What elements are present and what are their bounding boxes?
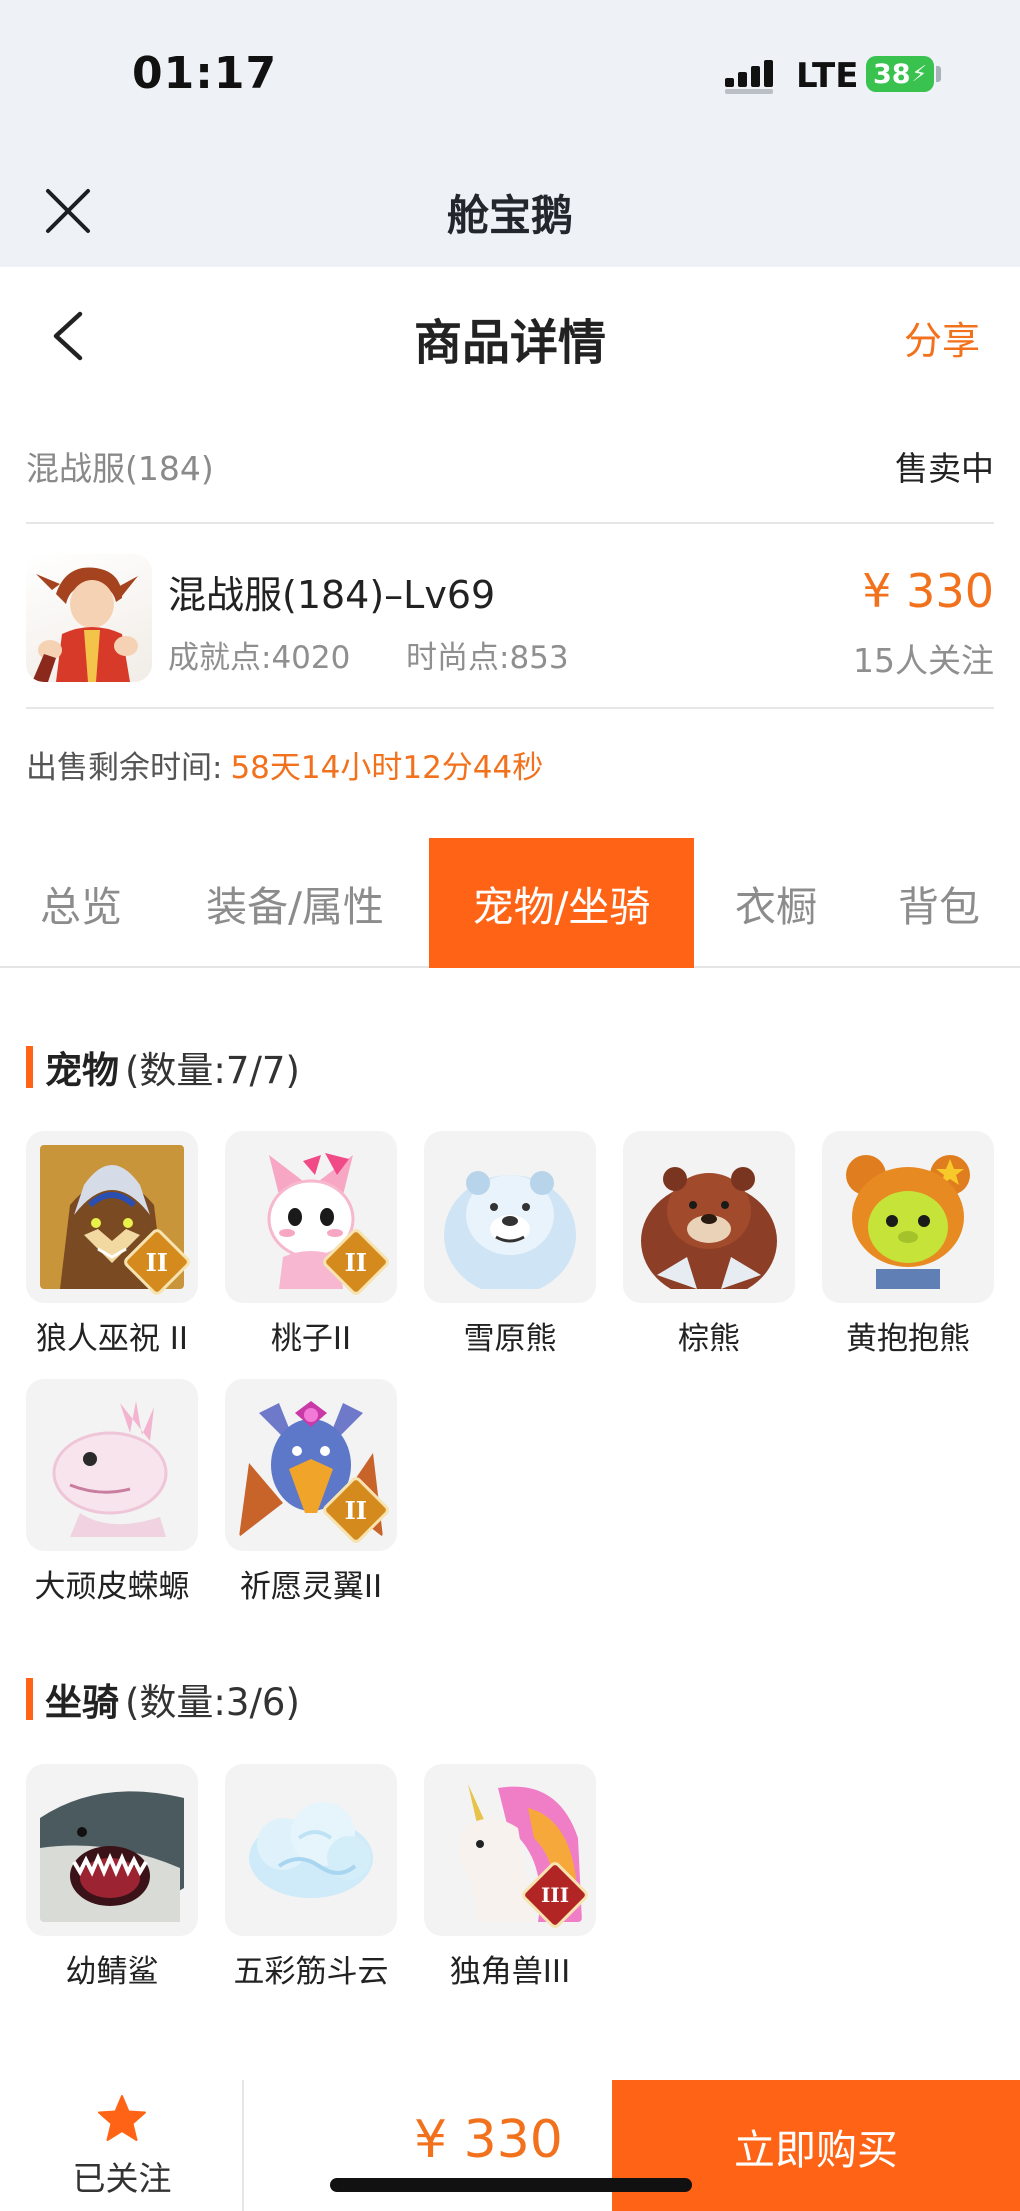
remaining-time-value: 58天14小时12分44秒 bbox=[230, 750, 544, 786]
snow-bear-icon bbox=[424, 1131, 596, 1303]
unicorn-icon: III bbox=[424, 1764, 596, 1936]
section-marker bbox=[26, 1678, 33, 1720]
follow-button[interactable]: 已关注 bbox=[0, 2080, 244, 2211]
pet-name: 狼人巫祝 II bbox=[35, 1321, 189, 1357]
tab-overview[interactable]: 总览 bbox=[0, 838, 162, 968]
pet-name: 祈愿灵翼II bbox=[239, 1569, 383, 1605]
tab-equipment[interactable]: 装备/属性 bbox=[178, 838, 412, 968]
cellular-signal-icon bbox=[725, 60, 773, 94]
tab-bar: 总览 装备/属性 宠物/坐骑 衣橱 背包 bbox=[0, 838, 1020, 968]
pet-item[interactable]: 大顽皮蝾螈 bbox=[26, 1379, 198, 1606]
pet-name: 雪原熊 bbox=[463, 1321, 557, 1357]
yellow-hug-bear-icon bbox=[822, 1131, 994, 1303]
battery-cap bbox=[936, 66, 941, 82]
mount-name: 独角兽III bbox=[449, 1954, 571, 1990]
pet-item[interactable]: II 桃子II bbox=[225, 1131, 397, 1358]
pet-item[interactable]: 雪原熊 bbox=[424, 1131, 596, 1358]
tab-pets-mounts[interactable]: 宠物/坐骑 bbox=[429, 838, 694, 968]
tab-bag[interactable]: 背包 bbox=[866, 838, 1012, 968]
mount-name: 五彩筋斗云 bbox=[233, 1954, 389, 1990]
mounts-count: (数量:3/6) bbox=[125, 1681, 300, 1724]
mount-item[interactable]: 幼鲭鲨 bbox=[26, 1764, 198, 1991]
server-name: 混战服(184) bbox=[26, 449, 214, 488]
section-marker bbox=[26, 1046, 33, 1088]
bottom-price: ¥ 330 bbox=[414, 2110, 563, 2170]
axolotl-icon bbox=[26, 1379, 198, 1551]
share-button[interactable]: 分享 bbox=[904, 310, 980, 365]
mounts-section-title: 坐骑 (数量:3/6) bbox=[26, 1672, 300, 1726]
page-title: 商品详情 bbox=[413, 315, 606, 371]
pet-item[interactable]: II 狼人巫祝 II bbox=[26, 1131, 198, 1358]
pet-item[interactable]: 棕熊 bbox=[623, 1131, 795, 1358]
product-summary: 混战服(184)–Lv69 成就点:4020 时尚点:853 ¥ 330 15人… bbox=[26, 526, 994, 709]
status-time: 01:17 bbox=[132, 48, 278, 99]
charging-icon: ⚡ bbox=[911, 61, 928, 87]
werewolf-shaman-icon: II bbox=[26, 1131, 198, 1303]
character-avatar bbox=[26, 554, 152, 682]
listing-title: 混战服(184)–Lv69 bbox=[168, 573, 496, 617]
pets-count: (数量:7/7) bbox=[125, 1049, 300, 1092]
follower-count: 15人关注 bbox=[853, 641, 994, 680]
cloud-icon bbox=[225, 1764, 397, 1936]
battery-level: 38 bbox=[873, 58, 911, 90]
remaining-time: 出售剩余时间: 58天14小时12分44秒 bbox=[26, 742, 543, 787]
follow-label: 已关注 bbox=[72, 2159, 172, 2198]
remaining-time-label: 出售剩余时间: bbox=[26, 750, 223, 786]
wish-bird-icon: II bbox=[225, 1379, 397, 1551]
mount-item[interactable]: 五彩筋斗云 bbox=[225, 1764, 397, 1991]
server-row: 混战服(184) 售卖中 bbox=[26, 440, 994, 524]
shark-icon bbox=[26, 1764, 198, 1936]
home-indicator bbox=[330, 2178, 692, 2192]
mounts-title: 坐骑 bbox=[45, 1681, 119, 1724]
pet-name: 棕熊 bbox=[678, 1321, 740, 1357]
fashion-points: 时尚点:853 bbox=[406, 640, 569, 676]
pet-item[interactable]: 黄抱抱熊 bbox=[822, 1131, 994, 1358]
app-chrome: 01:17 LTE 38 ⚡ 舱宝鹅 bbox=[0, 0, 1020, 267]
network-type: LTE bbox=[796, 56, 859, 96]
mount-item[interactable]: III 独角兽III bbox=[424, 1764, 596, 1991]
app-title: 舱宝鹅 bbox=[446, 191, 573, 240]
pet-name: 桃子II bbox=[270, 1321, 352, 1357]
pet-item[interactable]: II 祈愿灵翼II bbox=[225, 1379, 397, 1606]
achievement-points: 成就点:4020 bbox=[168, 640, 351, 676]
mount-name: 幼鲭鲨 bbox=[65, 1954, 159, 1990]
pets-section-title: 宠物 (数量:7/7) bbox=[26, 1040, 300, 1094]
pet-name: 大顽皮蝾螈 bbox=[34, 1569, 190, 1605]
pets-title: 宠物 bbox=[45, 1049, 119, 1092]
pet-name: 黄抱抱熊 bbox=[846, 1321, 970, 1357]
pink-cat-icon: II bbox=[225, 1131, 397, 1303]
listing-price: ¥ 330 bbox=[862, 564, 994, 618]
sale-status: 售卖中 bbox=[895, 449, 994, 488]
star-icon bbox=[98, 2095, 146, 2141]
brown-bear-icon bbox=[623, 1131, 795, 1303]
tab-wardrobe[interactable]: 衣橱 bbox=[710, 838, 842, 968]
battery-icon: 38 ⚡ bbox=[866, 56, 934, 92]
